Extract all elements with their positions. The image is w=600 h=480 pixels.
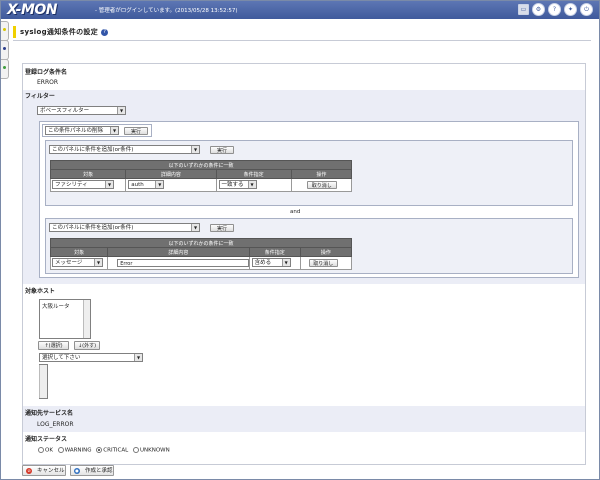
gear-icon[interactable]: ⚙ (532, 3, 545, 16)
service-value: LOG_ERROR (37, 421, 74, 428)
selected-hosts-list[interactable]: 大阪ルータ (39, 299, 91, 339)
select-host-button[interactable]: ↑(選択) (38, 341, 69, 350)
column-header-target: 対象 (49, 169, 127, 179)
radio-label-warning: WARNING (64, 447, 92, 454)
condition-table-2: 以下のいずれかの条件に一致 対象 詳細内容 条件指定 操作 メッセージ Erro… (49, 238, 353, 270)
confirm-icon: ● (74, 468, 80, 474)
help-icon[interactable]: ? (101, 29, 109, 36)
radio-warning[interactable] (57, 447, 64, 453)
filter-type-select[interactable]: ボベースフィルター (37, 106, 126, 115)
title-divider (13, 40, 591, 41)
column-header-action: 操作 (299, 247, 353, 257)
column-header-target: 対象 (49, 247, 109, 257)
list-item[interactable]: 大阪ルータ (42, 302, 70, 310)
condition-select[interactable]: 含める (251, 258, 291, 267)
cancel-button-label: キャンセル (37, 468, 65, 474)
table-row: ファシリティ auth 一致する 取り消し (49, 178, 353, 192)
condition-name-value: ERROR (37, 79, 59, 86)
table-caption: 以下のいずれかの条件に一致 (50, 238, 352, 248)
cancel-condition-button[interactable]: 取り消し (306, 181, 337, 189)
status-label: 通知ステータス (25, 436, 68, 443)
radio-label-ok: OK (45, 447, 53, 454)
condition-panel-1: このパネルに条件を追加(or条件) 実行 以下のいずれかの条件に一致 対象 詳細… (45, 140, 573, 206)
add-condition-select-2[interactable]: このパネルに条件を追加(or条件) (49, 223, 200, 232)
hosts-label: 対象ホスト (25, 288, 56, 295)
create-approve-button[interactable]: ● 作成と承認 (70, 465, 114, 476)
table-row: メッセージ Error 含める 取り消し (49, 256, 353, 270)
scrollbar[interactable] (39, 365, 47, 398)
logout-icon[interactable]: ⏻ (580, 3, 593, 16)
cancel-condition-button[interactable]: 取り消し (308, 259, 338, 267)
header-icons: ▭ ⚙ ? ✦ ⏻ (518, 3, 593, 16)
sidebar-tab-2[interactable] (1, 40, 9, 60)
radio-label-critical: CRITICAL (103, 447, 129, 454)
app-logo: X-MON (7, 2, 58, 18)
panel-action-box: この条件パネルの削除 実行 (42, 124, 152, 137)
filter-label: フィルター (25, 93, 55, 100)
table-caption: 以下のいずれかの条件に一致 (50, 160, 352, 170)
page-title-bar: syslog通知条件の設定? (13, 26, 109, 38)
sidebar-tab-3[interactable] (1, 59, 9, 79)
radio-critical[interactable] (96, 447, 103, 453)
sidebar (1, 19, 9, 79)
sidebar-tab-1[interactable] (1, 21, 9, 41)
add-condition-run-button-2[interactable]: 実行 (210, 224, 234, 232)
panel-action-run-button[interactable]: 実行 (124, 127, 148, 135)
remove-host-button[interactable]: ↓(外す) (74, 341, 100, 350)
radio-unknown[interactable] (132, 447, 139, 453)
add-condition-select-1[interactable]: このパネルに条件を追加(or条件) (49, 145, 200, 154)
radio-ok[interactable] (38, 447, 44, 453)
window-icon[interactable]: ▭ (518, 4, 529, 15)
detail-select[interactable]: auth (128, 180, 165, 189)
target-select[interactable]: メッセージ (52, 258, 103, 267)
help-icon[interactable]: ? (548, 3, 561, 16)
column-header-condition: 条件指定 (248, 247, 301, 257)
condition-table-1: 以下のいずれかの条件に一致 対象 詳細内容 条件指定 操作 ファシリティ aut… (49, 160, 353, 192)
available-hosts-list[interactable] (39, 364, 48, 399)
cancel-button[interactable]: ⊘ キャンセル (22, 465, 66, 476)
radio-label-unknown: UNKNOWN (139, 447, 170, 454)
lock-icon[interactable]: ✦ (564, 3, 577, 16)
page-title: syslog通知条件の設定 (20, 28, 99, 36)
condition-panel-2: このパネルに条件を追加(or条件) 実行 以下のいずれかの条件に一致 対象 詳細… (45, 218, 573, 274)
and-label: and (290, 209, 301, 215)
column-header-detail: 詳細内容 (107, 247, 250, 257)
cancel-icon: ⊘ (26, 468, 32, 474)
dot-icon (3, 47, 6, 50)
condition-name-label: 登録ログ条件名 (25, 69, 68, 76)
condition-select[interactable]: 一致する (218, 180, 257, 189)
column-header-action: 操作 (290, 169, 353, 179)
app-header: X-MON - 管理者がログインしています。(2013/05/28 13:52:… (1, 1, 599, 19)
dot-icon (3, 66, 6, 69)
column-header-condition: 条件指定 (215, 169, 292, 179)
target-select[interactable]: ファシリティ (52, 180, 114, 189)
service-label: 通知先サービス名 (25, 410, 74, 417)
settings-form: 登録ログ条件名 ERROR フィルター ボベースフィルター この条件パネルの削除… (22, 63, 586, 465)
filter-outer-panel: この条件パネルの削除 実行 このパネルに条件を追加(or条件) 実行 以下のいず… (39, 121, 579, 278)
host-group-select[interactable]: 選択して下さい (39, 353, 143, 362)
service-section (23, 406, 585, 432)
create-approve-button-label: 作成と承認 (85, 468, 113, 474)
scrollbar[interactable] (83, 300, 90, 338)
add-condition-run-button-1[interactable]: 実行 (210, 146, 234, 154)
panel-action-select[interactable]: この条件パネルの削除 (45, 126, 119, 135)
login-message: - 管理者がログインしています。(2013/05/28 13:52:57) (95, 8, 238, 14)
dot-icon (3, 28, 6, 31)
status-radio-group: OK WARNING CRITICAL UNKNOWN (35, 447, 170, 454)
column-header-detail: 詳細内容 (125, 169, 217, 179)
detail-text-input[interactable]: Error (117, 259, 250, 267)
